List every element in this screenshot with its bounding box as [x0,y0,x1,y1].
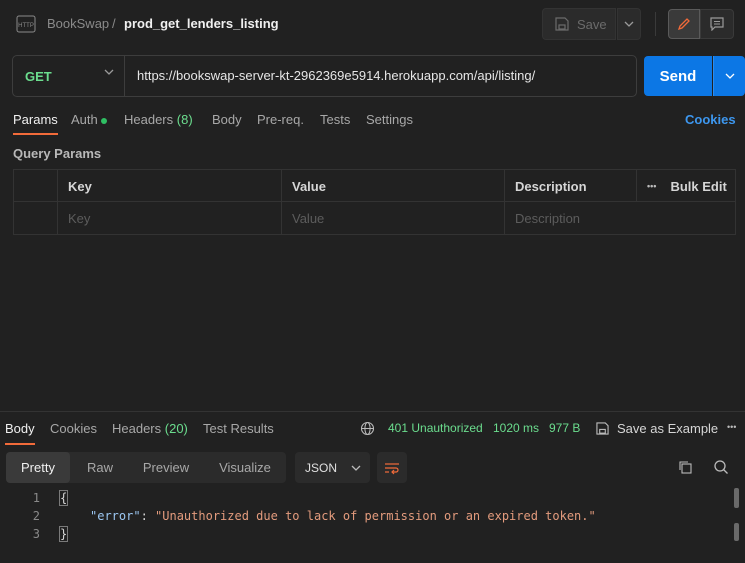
search-icon[interactable] [713,459,729,475]
send-button[interactable]: Send [644,56,712,96]
tab-auth[interactable]: Auth [71,112,107,127]
tab-response-cookies[interactable]: Cookies [50,421,97,436]
chevron-down-icon [104,69,114,75]
code-line: { [58,490,69,506]
tab-body[interactable]: Body [212,112,242,127]
column-value: Value [281,170,505,202]
mode-visualize[interactable]: Visualize [206,452,284,483]
response-size[interactable]: 977 B [549,421,580,435]
tab-params[interactable]: Params [13,112,58,135]
query-params-title: Query Params [13,146,102,161]
json-key: "error" [90,509,141,523]
request-title[interactable]: prod_get_lenders_listing [124,16,279,31]
tab-response-headers-label: Headers [112,421,162,436]
globe-icon[interactable] [360,421,375,436]
table-header-row: Key Value Description ••• Bulk Edit [14,170,735,202]
bulk-edit-button[interactable]: Bulk Edit [670,179,726,194]
chevron-down-icon [351,465,361,471]
tab-auth-label: Auth [71,112,98,127]
mode-pretty[interactable]: Pretty [6,452,70,483]
tab-tests[interactable]: Tests [320,112,350,127]
more-options-icon[interactable]: ••• [727,422,736,432]
save-label: Save [577,16,607,32]
key-input[interactable]: Key [57,202,282,234]
breadcrumb-separator: / [112,16,116,31]
tab-test-results[interactable]: Test Results [203,421,274,436]
format-select[interactable]: JSON [295,452,370,483]
tab-settings[interactable]: Settings [366,112,413,127]
url-input[interactable]: https://bookswap-server-kt-2962369e5914.… [137,68,627,83]
method-select[interactable]: GET [13,56,125,96]
column-description: Description [504,170,637,202]
svg-text:HTTP: HTTP [18,23,34,29]
code-line: "error": "Unauthorized due to lack of pe… [90,509,596,523]
column-key: Key [57,170,282,202]
line-number: 3 [32,527,40,541]
divider [655,12,656,36]
mode-raw[interactable]: Raw [74,452,126,483]
more-options-icon[interactable]: ••• [647,181,656,191]
json-colon: : [140,509,156,523]
wrap-lines-icon [385,462,399,474]
mode-preview[interactable]: Preview [130,452,202,483]
save-as-example-button[interactable]: Save as Example [617,421,718,436]
comment-button[interactable] [700,9,734,39]
format-label: JSON [305,460,338,475]
json-value: "Unauthorized due to lack of permission … [155,509,596,523]
breadcrumb-collection[interactable]: BookSwap [47,16,109,31]
tab-response-body[interactable]: Body [5,421,35,445]
wrap-lines-button[interactable] [377,452,407,483]
save-icon [596,422,609,435]
response-body-editor[interactable]: 1 2 3 { "error": "Unauthorized due to la… [0,488,745,563]
request-tabs: Params Auth Headers (8) Body Pre-req. Te… [0,108,745,136]
response-time[interactable]: 1020 ms [493,421,539,435]
line-number: 1 [32,491,40,505]
description-input[interactable]: Description [504,202,735,234]
send-dropdown-button[interactable] [713,56,745,96]
save-icon [555,17,569,31]
line-number: 2 [32,509,40,523]
tab-response-headers-count: (20) [164,421,188,436]
close-brace: } [58,526,69,542]
method-label: GET [25,68,52,84]
chevron-down-icon [725,73,734,79]
tab-headers-label: Headers [124,112,174,127]
tab-headers[interactable]: Headers (8) [124,112,193,127]
table-row: Key Value Description [14,202,735,234]
code-line: } [58,526,69,542]
tab-prereq[interactable]: Pre-req. [257,112,304,127]
tab-response-headers[interactable]: Headers (20) [112,421,188,436]
pencil-icon [677,18,690,31]
query-params-table: Key Value Description ••• Bulk Edit Key … [13,169,736,235]
cookies-link[interactable]: Cookies [685,112,736,127]
save-button[interactable]: Save [542,8,616,40]
http-icon: HTTP [16,15,36,33]
value-input[interactable]: Value [281,202,505,234]
scrollbar[interactable] [734,523,739,541]
copy-icon[interactable] [678,460,693,475]
edit-button[interactable] [668,9,700,39]
top-bar: HTTP BookSwap / prod_get_lenders_listing… [0,0,745,48]
open-brace: { [58,490,69,506]
tab-headers-count: (8) [176,112,193,127]
response-tabs: Body Cookies Headers (20) Test Results 4… [0,412,745,446]
save-dropdown-button[interactable] [617,8,641,40]
scrollbar[interactable] [734,488,739,508]
url-bar: GET https://bookswap-server-kt-2962369e5… [12,55,637,97]
status-code[interactable]: 401 Unauthorized [388,421,483,435]
comment-icon [710,17,724,31]
chevron-down-icon [624,21,634,27]
table-actions: ••• Bulk Edit [636,170,735,202]
status-dot-icon [100,117,107,124]
view-mode-group: Pretty Raw Preview Visualize [6,452,286,483]
